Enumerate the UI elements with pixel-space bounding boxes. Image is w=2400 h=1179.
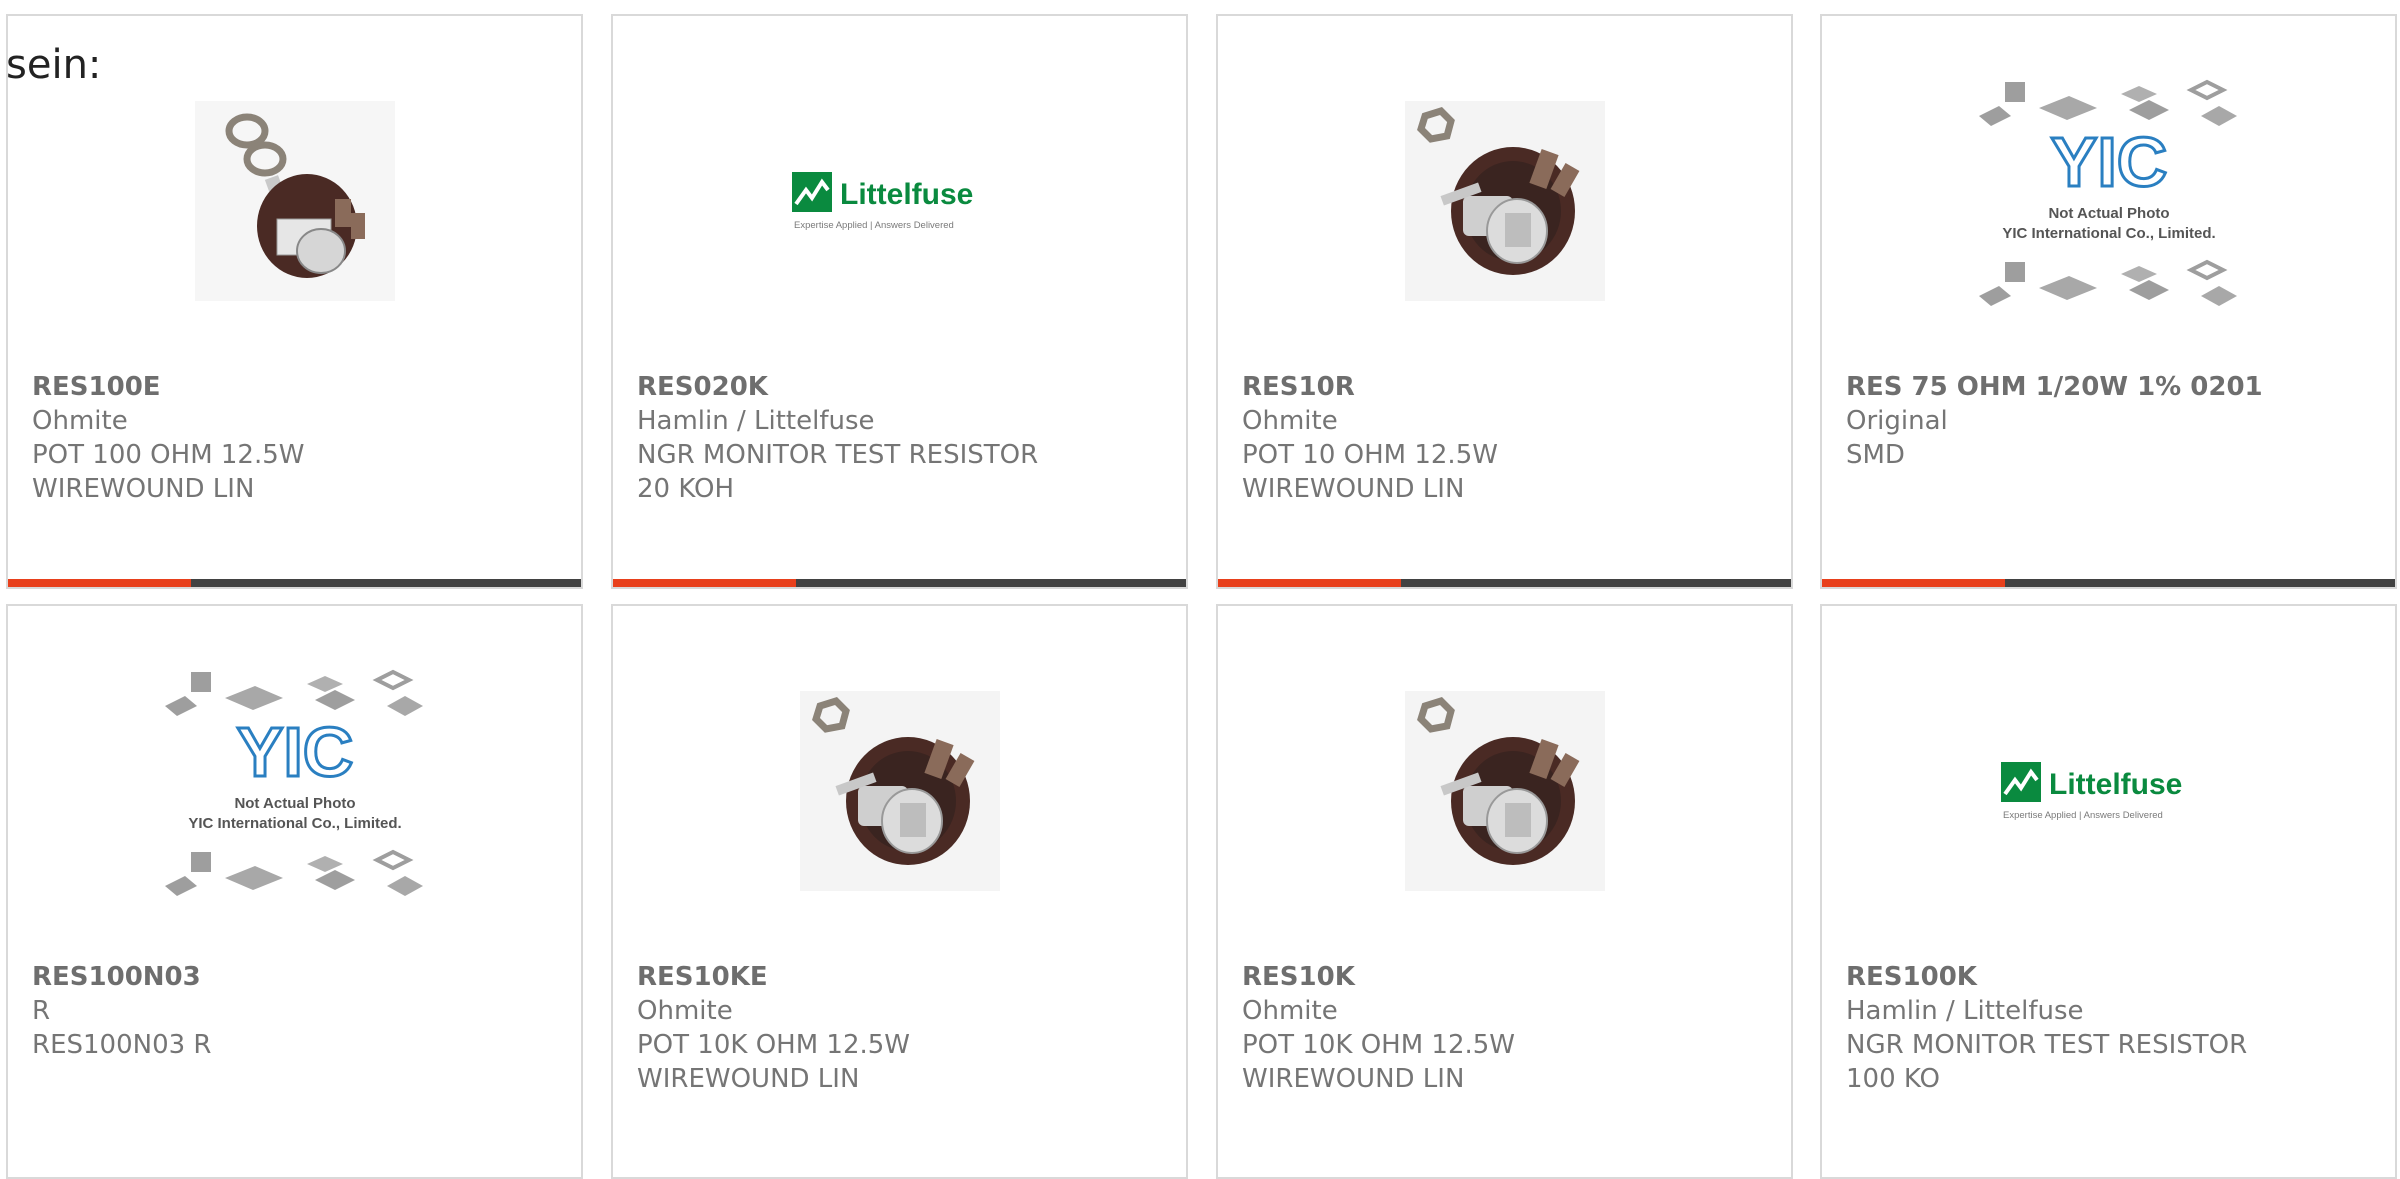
product-info: RES100K Hamlin / Littelfuse NGR MONITOR TE… <box>1846 960 2385 1096</box>
part-number[interactable]: RES10K <box>1242 960 1781 994</box>
description-line2: WIREWOUND LIN <box>1242 474 1465 504</box>
product-card[interactable]: YIC Not Actual Photo YIC International Co.… <box>6 604 583 1179</box>
card-accent-bar <box>8 579 581 587</box>
manufacturer: Hamlin / Littelfuse <box>1846 996 2084 1026</box>
product-card[interactable]: Littelfuse Expertise Applied | Answers De… <box>611 14 1188 589</box>
product-card[interactable]: Littelfuse Expertise Applied | Answers De… <box>1820 604 2397 1179</box>
potentiometer-icon <box>800 691 1000 891</box>
product-card[interactable]: RES10K Ohmite POT 10K OHM 12.5W WIREWOUND L… <box>1216 604 1793 1179</box>
product-info: RES100N03 R RES100N03 R <box>32 960 571 1062</box>
product-image[interactable]: Littelfuse Expertise Applied | Answers De… <box>1822 666 2395 916</box>
product-card[interactable]: RES10R Ohmite POT 10 OHM 12.5W WIREWOUND LI… <box>1216 14 1793 589</box>
accent-segment <box>613 579 796 587</box>
description-line2: 20 KOH <box>637 474 734 504</box>
yic-placeholder-icon: YIC Not Actual Photo YIC International Co.… <box>162 670 425 898</box>
potentiometer-icon <box>1405 101 1605 301</box>
description-line1: NGR MONITOR TEST RESISTOR <box>637 440 1039 470</box>
product-info: RES10K Ohmite POT 10K OHM 12.5W WIREWOUND L… <box>1242 960 1781 1096</box>
description-line2: WIREWOUND LIN <box>1242 1064 1465 1094</box>
accent-segment <box>1218 579 1401 587</box>
littelfuse-logo-icon: Littelfuse Expertise Applied | Answers De… <box>2000 762 2182 821</box>
part-number[interactable]: RES100E <box>32 370 571 404</box>
svg-text:YIC: YIC <box>2050 123 2167 201</box>
description-line1: NGR MONITOR TEST RESISTOR <box>1846 1030 2248 1060</box>
placeholder-line2: YIC International Co., Limited. <box>188 815 401 832</box>
logo-tagline: Expertise Applied | Answers Delivered <box>794 220 954 231</box>
product-grid: RES100E Ohmite POT 100 OHM 12.5W WIREWOUND … <box>0 0 2400 1179</box>
product-image[interactable] <box>613 666 1186 916</box>
part-number[interactable]: RES100K <box>1846 960 2385 994</box>
description-line2: 100 KO <box>1846 1064 1940 1094</box>
product-info: RES100E Ohmite POT 100 OHM 12.5W WIREWOUND … <box>32 370 571 506</box>
product-image[interactable]: YIC Not Actual Photo YIC International Co.… <box>8 666 581 916</box>
card-accent-bar <box>1822 579 2395 587</box>
product-info: RES10R Ohmite POT 10 OHM 12.5W WIREWOUND LI… <box>1242 370 1781 506</box>
svg-text:YIC: YIC <box>236 713 353 791</box>
logo-tagline: Expertise Applied | Answers Delivered <box>2003 810 2163 821</box>
description-line1: POT 100 OHM 12.5W <box>32 440 305 470</box>
product-image[interactable] <box>1218 76 1791 326</box>
product-image[interactable]: YIC Not Actual Photo YIC International Co.… <box>1822 76 2395 326</box>
manufacturer: Original <box>1846 406 1948 436</box>
manufacturer: Ohmite <box>1242 406 1338 436</box>
placeholder-line1: Not Actual Photo <box>234 795 355 812</box>
product-info: RES 75 OHM 1/20W 1% 0201 Original SMD <box>1846 370 2385 472</box>
manufacturer: Ohmite <box>637 996 733 1026</box>
part-number[interactable]: RES100N03 <box>32 960 571 994</box>
manufacturer: Ohmite <box>32 406 128 436</box>
potentiometer-icon <box>1405 691 1605 891</box>
potentiometer-icon <box>195 101 395 301</box>
card-accent-bar <box>1218 579 1791 587</box>
lead-text: sein: <box>6 42 102 88</box>
description-line1: POT 10K OHM 12.5W <box>637 1030 910 1060</box>
product-image[interactable]: Littelfuse Expertise Applied | Answers De… <box>613 76 1186 326</box>
manufacturer: Ohmite <box>1242 996 1338 1026</box>
accent-segment <box>8 579 191 587</box>
manufacturer: R <box>32 996 51 1026</box>
description-line1: POT 10K OHM 12.5W <box>1242 1030 1515 1060</box>
product-card[interactable]: YIC Not Actual Photo YIC International Co.… <box>1820 14 2397 589</box>
logo-text: Littelfuse <box>840 178 973 211</box>
description-line2: WIREWOUND LIN <box>637 1064 860 1094</box>
placeholder-line1: Not Actual Photo <box>2048 205 2169 222</box>
part-number[interactable]: RES 75 OHM 1/20W 1% 0201 <box>1846 370 2385 404</box>
description-line1: RES100N03 R <box>32 1030 212 1060</box>
product-card[interactable]: RES10KE Ohmite POT 10K OHM 12.5W WIREWOUND … <box>611 604 1188 1179</box>
part-number[interactable]: RES020K <box>637 370 1176 404</box>
description-line1: POT 10 OHM 12.5W <box>1242 440 1498 470</box>
description-line2: WIREWOUND LIN <box>32 474 255 504</box>
littelfuse-logo-icon: Littelfuse Expertise Applied | Answers De… <box>791 172 973 231</box>
part-number[interactable]: RES10KE <box>637 960 1176 994</box>
product-info: RES10KE Ohmite POT 10K OHM 12.5W WIREWOUND … <box>637 960 1176 1096</box>
product-image[interactable] <box>1218 666 1791 916</box>
product-card[interactable]: RES100E Ohmite POT 100 OHM 12.5W WIREWOUND … <box>6 14 583 589</box>
logo-text: Littelfuse <box>2049 768 2182 801</box>
accent-segment <box>1822 579 2005 587</box>
manufacturer: Hamlin / Littelfuse <box>637 406 875 436</box>
part-number[interactable]: RES10R <box>1242 370 1781 404</box>
placeholder-line2: YIC International Co., Limited. <box>2002 225 2215 242</box>
card-accent-bar <box>613 579 1186 587</box>
yic-placeholder-icon: YIC Not Actual Photo YIC International Co.… <box>1976 80 2239 308</box>
description-line1: SMD <box>1846 440 1905 470</box>
product-info: RES020K Hamlin / Littelfuse NGR MONITOR TE… <box>637 370 1176 506</box>
product-image[interactable] <box>8 76 581 326</box>
